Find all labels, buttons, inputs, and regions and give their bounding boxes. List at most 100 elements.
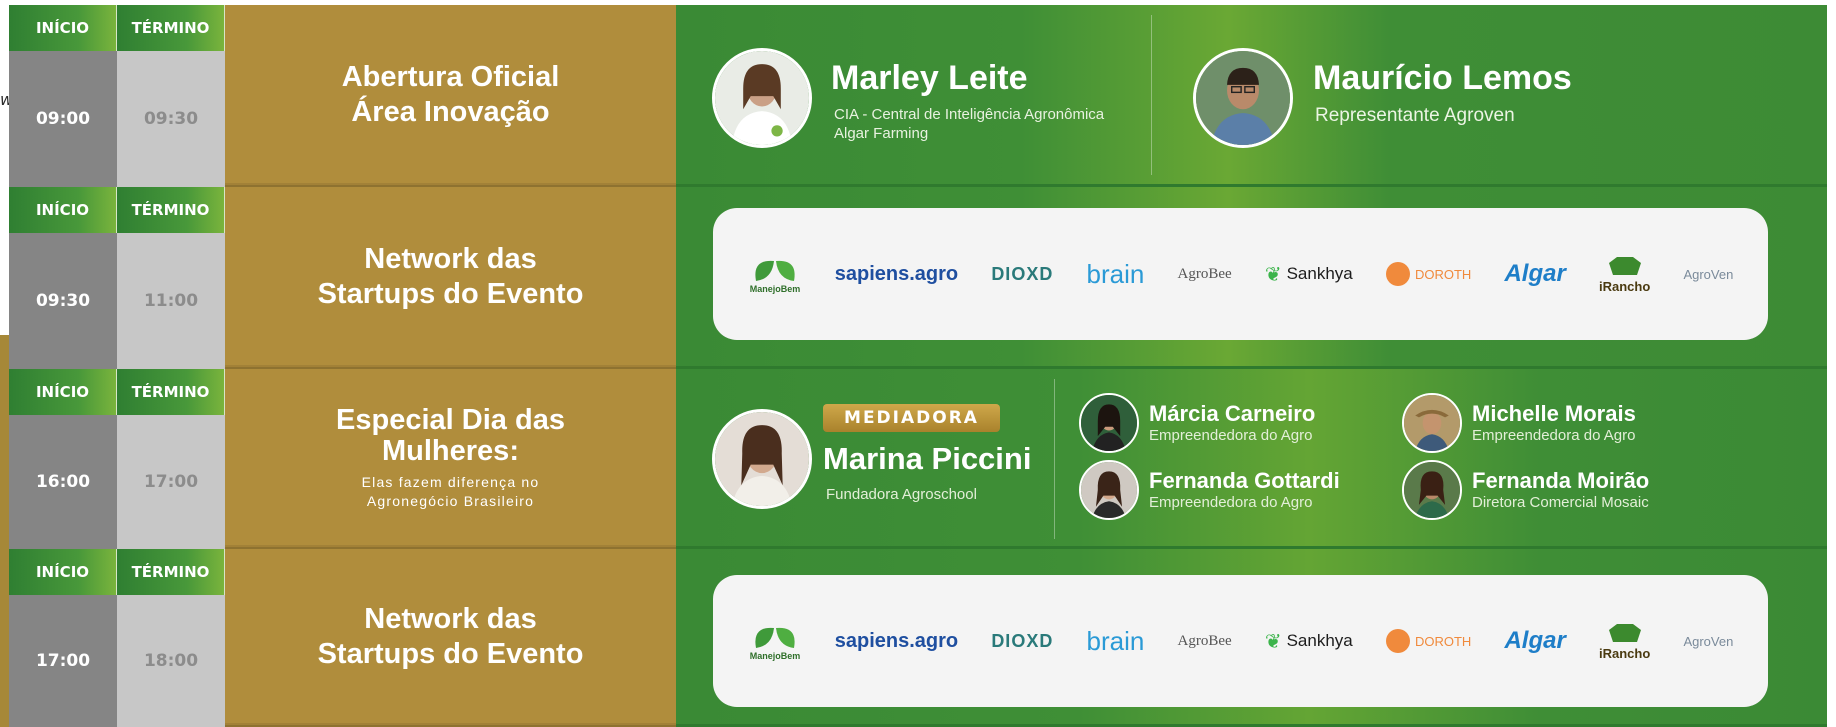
speaker-role-line: CIA - Central de Inteligência Agronômica (834, 106, 1105, 123)
left-edge-strip (0, 335, 9, 727)
schedule-row-3: INÍCIO TÉRMINO 16:00 17:00 Especial Dia … (9, 369, 1827, 549)
time-box: INÍCIO TÉRMINO 16:00 17:00 (9, 369, 225, 549)
panelist-role: Empreendedora do Agro (1472, 427, 1636, 444)
agrobee-logo: AgroBee (1177, 265, 1232, 282)
session-title-box: Abertura Oficial Área Inovação (225, 5, 676, 187)
brain-logo: brain (1086, 625, 1145, 656)
cow-icon (1608, 623, 1641, 642)
session-title-box: Network das Startups do Evento (225, 549, 676, 727)
session-title-line: Mulheres: (382, 435, 519, 467)
panelist-avatar (1079, 460, 1139, 520)
brain-logo: brain (1086, 258, 1145, 289)
end-time: 09:30 (117, 51, 225, 187)
end-label: TÉRMINO (117, 549, 225, 595)
start-time: 09:30 (9, 233, 117, 369)
manejobem-logo: ManejoBem (748, 253, 802, 295)
session-title-line: Especial Dia das (336, 404, 565, 436)
irancho-logo: iRancho (1599, 622, 1650, 661)
schedule-row-2: INÍCIO TÉRMINO 09:30 11:00 Network das S… (9, 187, 1827, 369)
panelist-avatar (1402, 460, 1462, 520)
start-label: INÍCIO (9, 5, 117, 51)
mediator-role: Fundadora Agroschool (826, 486, 977, 503)
session-title-line: Abertura Oficial (341, 61, 560, 93)
startups-panel: ManejoBem sapiens.agro DIOXD brain AgroB… (676, 187, 1827, 369)
startup-logos-card: ManejoBem sapiens.agro DIOXD brain AgroB… (713, 575, 1768, 707)
end-label: TÉRMINO (117, 369, 225, 415)
speaker-role-line: Representante Agroven (1315, 105, 1515, 126)
schedule-row-1: INÍCIO TÉRMINO 09:00 09:30 Abertura Ofic… (9, 5, 1827, 187)
start-time: 17:00 (9, 595, 117, 727)
circle-icon (1385, 262, 1410, 286)
session-title-line: Área Inovação (351, 96, 550, 128)
sapiens-agro-logo: sapiens.agro (834, 262, 959, 285)
sankhya-logo: ❦ Sankhya (1265, 629, 1353, 654)
cow-icon (1608, 256, 1641, 275)
time-box: INÍCIO TÉRMINO 09:00 09:30 (9, 5, 225, 187)
speaker-avatar (1193, 48, 1293, 148)
doroth-logo: DOROTH (1385, 629, 1472, 653)
dioxd-logo: DIOXD (991, 630, 1054, 651)
agrobee-logo: AgroBee (1177, 632, 1232, 649)
speaker-name: Marley Leite (831, 59, 1028, 97)
agenda-page: w INÍCIO TÉRMINO 09:00 09:30 Abertura Of… (0, 0, 1836, 727)
speakers-panel: Marley Leite CIA - Central de Inteligênc… (676, 5, 1827, 187)
panelist-role: Empreendedora do Agro (1149, 494, 1313, 511)
logo-text: DOROTH (1414, 633, 1472, 649)
startups-panel: ManejoBem sapiens.agro DIOXD brain AgroB… (676, 549, 1827, 727)
session-title-box: Network das Startups do Evento (225, 187, 676, 369)
panelist-role: Diretora Comercial Mosaic (1472, 494, 1649, 511)
agroven-logo: AgroVen (1683, 266, 1734, 282)
dioxd-logo: DIOXD (991, 263, 1054, 284)
sankhya-logo: ❦ Sankhya (1265, 262, 1353, 287)
session-title-box: Especial Dia das Mulheres: Elas fazem di… (225, 369, 676, 549)
panel-speakers: MEDIADORA Marina Piccini Fundadora Agros… (676, 369, 1827, 549)
panel-divider (1054, 379, 1055, 539)
sapiens-agro-logo: sapiens.agro (834, 629, 959, 652)
start-time: 16:00 (9, 415, 117, 549)
logo-text: Sankhya (1286, 264, 1353, 283)
mediator-name: Marina Piccini (823, 441, 1032, 476)
mediator-badge: MEDIADORA (823, 404, 1000, 432)
panelist-name: Márcia Carneiro (1149, 401, 1316, 426)
manejobem-logo: ManejoBem (748, 620, 802, 662)
end-time: 17:00 (117, 415, 225, 549)
logo-text: ManejoBem (749, 651, 800, 661)
start-label: INÍCIO (9, 369, 117, 415)
time-box: INÍCIO TÉRMINO 17:00 18:00 (9, 549, 225, 727)
session-title-line: Network das (364, 603, 537, 635)
session-title-line: Network das (364, 243, 537, 275)
leaf-icon: ❦ (1264, 630, 1282, 653)
panelist-role: Empreendedora do Agro (1149, 427, 1313, 444)
doroth-logo: DOROTH (1385, 262, 1472, 286)
startup-logos-card: ManejoBem sapiens.agro DIOXD brain AgroB… (713, 208, 1768, 340)
panelist-name: Fernanda Gottardi (1149, 468, 1340, 493)
algar-logo: Algar (1504, 627, 1566, 654)
circle-icon (1385, 629, 1410, 653)
time-box: INÍCIO TÉRMINO 09:30 11:00 (9, 187, 225, 369)
logo-text: DOROTH (1414, 266, 1472, 282)
schedule-row-4: INÍCIO TÉRMINO 17:00 18:00 Network das S… (9, 549, 1827, 727)
panelist-name: Fernanda Moirão (1472, 468, 1650, 493)
logo-text: ManejoBem (749, 284, 800, 294)
end-label: TÉRMINO (117, 187, 225, 233)
session-subtitle: Elas fazem diferença no Agronegócio Bras… (361, 474, 540, 509)
session-title-line: Startups do Evento (317, 638, 584, 670)
end-label: TÉRMINO (117, 5, 225, 51)
leaf-icon: ❦ (1264, 263, 1282, 286)
speaker-avatar (712, 48, 812, 148)
start-time: 09:00 (9, 51, 117, 187)
start-label: INÍCIO (9, 549, 117, 595)
panelist-name: Michelle Morais (1472, 401, 1636, 426)
panelist-avatar (1079, 393, 1139, 453)
agroven-logo: AgroVen (1683, 633, 1734, 649)
logo-text: iRancho (1598, 645, 1651, 661)
start-label: INÍCIO (9, 187, 117, 233)
end-time: 18:00 (117, 595, 225, 727)
speaker-divider (1151, 15, 1152, 175)
irancho-logo: iRancho (1599, 255, 1650, 294)
mediator-avatar (712, 409, 812, 509)
session-title-line: Startups do Evento (317, 278, 584, 310)
logo-text: Sankhya (1286, 631, 1353, 650)
speaker-name: Maurício Lemos (1313, 59, 1572, 97)
panelist-avatar (1402, 393, 1462, 453)
